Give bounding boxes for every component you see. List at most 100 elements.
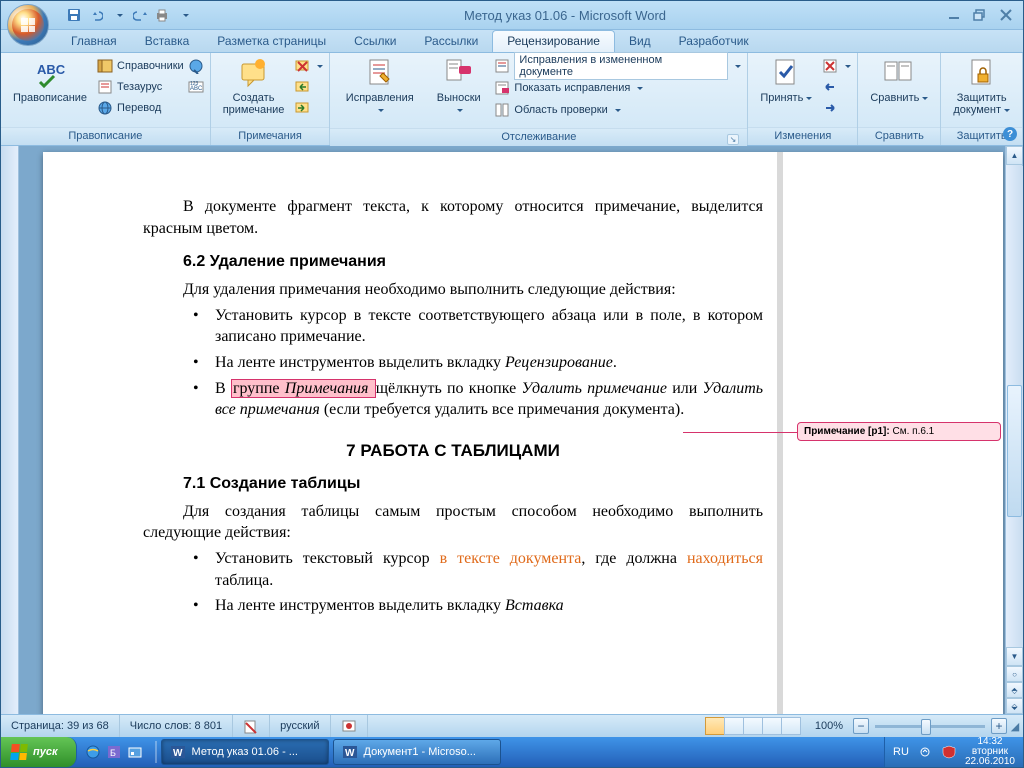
track-changes-button[interactable]: Исправления xyxy=(336,56,423,118)
heading-7: 7 РАБОТА С ТАБЛИЦАМИ xyxy=(143,441,763,461)
svg-text:123: 123 xyxy=(190,81,199,87)
status-word-count[interactable]: Число слов: 8 801 xyxy=(120,715,233,737)
help-button[interactable]: ? xyxy=(1003,127,1017,141)
view-full-screen[interactable] xyxy=(724,717,744,735)
next-change-button[interactable] xyxy=(822,98,851,118)
tab-review[interactable]: Рецензирование xyxy=(492,30,615,52)
tray-chevron-icon[interactable] xyxy=(917,744,933,760)
right-side-strip xyxy=(1005,146,1023,166)
previous-change-button[interactable] xyxy=(822,77,851,97)
save-icon[interactable] xyxy=(65,6,83,24)
reject-button[interactable] xyxy=(822,56,851,76)
spellcheck-icon: ABC xyxy=(34,58,66,90)
zoom-slider[interactable] xyxy=(875,725,985,728)
tab-mailings[interactable]: Рассылки xyxy=(410,31,492,52)
group-tracking: Исправления Выноски Исправления в измене… xyxy=(330,53,748,145)
heading-6-2: 6.2 Удаление примечания xyxy=(143,253,763,271)
new-comment-button[interactable]: Создать примечание xyxy=(217,56,291,118)
start-button[interactable]: пуск xyxy=(1,737,77,767)
ribbon-tabs: Главная Вставка Разметка страницы Ссылки… xyxy=(1,30,1023,53)
set-language-button[interactable] xyxy=(188,56,204,76)
group-comments-label: Примечания xyxy=(211,127,330,145)
comment-balloon[interactable]: Примечание [p1]: См. п.6.1 xyxy=(797,422,1001,441)
print-icon[interactable] xyxy=(153,6,171,24)
show-desktop-icon[interactable] xyxy=(125,741,145,763)
qat-customize[interactable] xyxy=(175,6,193,24)
status-bar: Страница: 39 из 68 Число слов: 8 801 рус… xyxy=(1,714,1023,737)
close-button[interactable] xyxy=(999,8,1013,22)
view-outline[interactable] xyxy=(762,717,782,735)
tab-developer[interactable]: Разработчик xyxy=(665,31,763,52)
scroll-thumb[interactable] xyxy=(1007,385,1022,517)
tab-layout[interactable]: Разметка страницы xyxy=(203,31,340,52)
wordcount-icon: ABC123 xyxy=(188,79,204,95)
taskbar-item-word-2[interactable]: WДокумент1 - Microso... xyxy=(333,739,501,765)
balloons-button[interactable]: Выноски xyxy=(427,56,490,118)
group-proofing: ABC Правописание Справочники Тезаурус Пе… xyxy=(1,53,211,145)
scroll-track[interactable] xyxy=(1006,165,1023,647)
document-area: В документе фрагмент текста, к которому … xyxy=(1,146,1023,714)
status-language[interactable]: русский xyxy=(270,715,330,737)
office-button[interactable] xyxy=(7,4,49,46)
browse-object-button[interactable]: ○ xyxy=(1006,666,1023,682)
tab-references[interactable]: Ссылки xyxy=(340,31,410,52)
language-indicator[interactable]: RU xyxy=(893,746,909,758)
list-item: Установить курсор в тексте соответствующ… xyxy=(183,305,763,348)
tray-shield-icon[interactable] xyxy=(941,744,957,760)
undo-icon[interactable] xyxy=(87,6,105,24)
status-proofing[interactable] xyxy=(233,715,270,737)
vertical-scrollbar[interactable]: ▲ ▼ ○ ⬘ ⬙ xyxy=(1005,146,1023,714)
compare-button[interactable]: Сравнить xyxy=(864,56,934,106)
word-count-button[interactable]: ABC123 xyxy=(188,77,204,97)
reviewing-pane-dropdown[interactable]: Область проверки xyxy=(494,100,741,120)
spellcheck-button[interactable]: ABC Правописание xyxy=(7,56,93,106)
status-macro[interactable] xyxy=(331,715,368,737)
zoom-out-button[interactable]: − xyxy=(853,718,869,734)
translate-button[interactable]: Перевод xyxy=(97,98,184,118)
zoom-slider-thumb[interactable] xyxy=(921,719,931,735)
view-web-layout[interactable] xyxy=(743,717,763,735)
balloons-icon xyxy=(443,58,475,90)
previous-comment-button[interactable] xyxy=(294,77,323,97)
next-comment-button[interactable] xyxy=(294,98,323,118)
word-icon: W xyxy=(170,744,186,760)
new-comment-icon xyxy=(238,58,270,90)
redo-icon[interactable] xyxy=(131,6,149,24)
research-icon xyxy=(97,58,113,74)
track-changes-icon xyxy=(364,58,396,90)
prev-page-button[interactable]: ⬘ xyxy=(1006,682,1023,698)
research-button[interactable]: Справочники xyxy=(97,56,184,76)
tray-clock[interactable]: 14:32 вторник 22.06.2010 xyxy=(965,737,1015,767)
status-page[interactable]: Страница: 39 из 68 xyxy=(1,715,120,737)
tab-home[interactable]: Главная xyxy=(57,31,131,52)
tab-insert[interactable]: Вставка xyxy=(131,31,204,52)
accept-button[interactable]: Принять xyxy=(754,56,818,106)
list-item: На ленте инструментов выделить вкладку Р… xyxy=(183,352,763,374)
zoom-level[interactable]: 100% xyxy=(805,715,853,737)
display-for-review-dropdown[interactable]: Исправления в измененном документе xyxy=(494,56,741,76)
tab-view[interactable]: Вид xyxy=(615,31,665,52)
show-markup-dropdown[interactable]: Показать исправления xyxy=(494,78,741,98)
restore-button[interactable] xyxy=(973,8,987,22)
list-item: На ленте инструментов выделить вкладку В… xyxy=(183,595,763,617)
scroll-down-button[interactable]: ▼ xyxy=(1006,647,1023,666)
next-page-button[interactable]: ⬙ xyxy=(1006,698,1023,714)
resize-grip[interactable]: ◢ xyxy=(1007,720,1023,733)
paragraph: Для создания таблицы самым простым спосо… xyxy=(143,501,763,544)
delete-comment-button[interactable] xyxy=(294,56,323,76)
view-print-layout[interactable] xyxy=(705,717,725,735)
protect-document-button[interactable]: Защитить документ xyxy=(947,56,1016,118)
ql-icon-2[interactable]: Б xyxy=(104,741,124,763)
undo-dropdown[interactable] xyxy=(109,6,127,24)
thesaurus-button[interactable]: Тезаурус xyxy=(97,77,184,97)
ie-icon[interactable] xyxy=(83,741,103,763)
minimize-button[interactable] xyxy=(947,8,961,22)
protect-icon xyxy=(966,58,998,90)
taskbar-item-word-1[interactable]: WМетод указ 01.06 - ... xyxy=(161,739,329,765)
tracking-dialog-launcher[interactable]: ↘ xyxy=(336,131,739,145)
delete-comment-icon xyxy=(294,58,310,74)
view-draft[interactable] xyxy=(781,717,801,735)
zoom-in-button[interactable]: + xyxy=(991,718,1007,734)
document-page[interactable]: В документе фрагмент текста, к которому … xyxy=(43,152,1003,714)
group-compare-label: Сравнить xyxy=(858,127,940,145)
